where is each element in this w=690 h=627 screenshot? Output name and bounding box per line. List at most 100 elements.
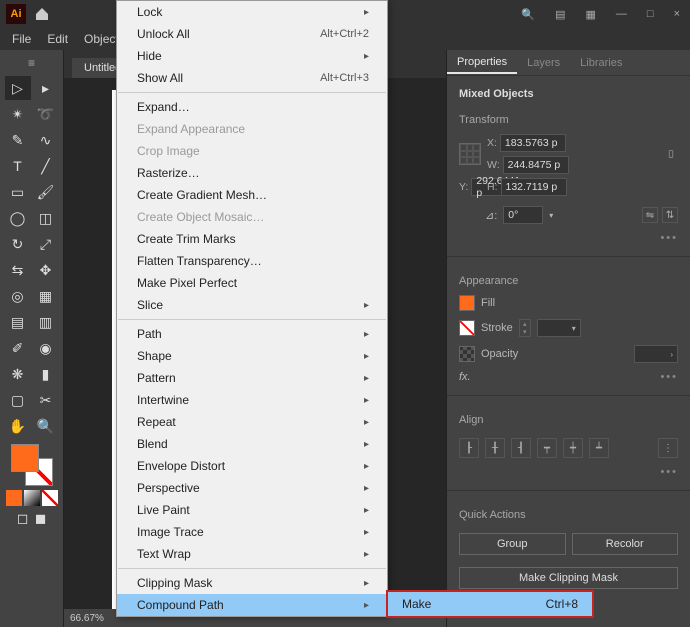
align-hcenter-icon[interactable]: ╂ xyxy=(485,438,505,458)
maximize-button[interactable]: □ xyxy=(641,6,660,22)
direct-selection-tool[interactable]: ▸ xyxy=(33,76,59,100)
draw-behind-icon[interactable]: ◼ xyxy=(33,510,49,526)
curvature-tool[interactable]: ∿ xyxy=(33,128,59,152)
h-input[interactable]: 132.7119 p xyxy=(501,178,567,196)
home-icon[interactable] xyxy=(32,4,52,24)
color-mode-solid[interactable] xyxy=(6,490,22,506)
menu-text-wrap[interactable]: Text Wrap▸ xyxy=(117,543,387,565)
align-right-icon[interactable]: ┨ xyxy=(511,438,531,458)
menu-rasterize[interactable]: Rasterize… xyxy=(117,162,387,184)
w-input[interactable]: 244.8475 p xyxy=(503,156,569,174)
menu-slice[interactable]: Slice▸ xyxy=(117,294,387,316)
paintbrush-tool[interactable]: 🖌 xyxy=(33,180,59,204)
gradient-tool[interactable]: ▥ xyxy=(33,310,59,334)
zoom-tool[interactable]: 🔍 xyxy=(33,414,59,438)
flip-vertical-icon[interactable]: ⇅ xyxy=(662,207,678,223)
tab-libraries[interactable]: Libraries xyxy=(570,53,632,73)
appearance-more-icon[interactable]: ••• xyxy=(660,371,678,383)
menu-envelope-distort[interactable]: Envelope Distort▸ xyxy=(117,455,387,477)
align-vcenter-icon[interactable]: ┿ xyxy=(563,438,583,458)
stroke-weight-stepper[interactable]: ▴▾ xyxy=(519,319,531,337)
slice-tool[interactable]: ✂ xyxy=(33,388,59,412)
mesh-tool[interactable]: ▤ xyxy=(5,310,31,334)
magic-wand-tool[interactable]: ✴ xyxy=(5,102,31,126)
free-transform-tool[interactable]: ✥ xyxy=(33,258,59,282)
perspective-grid-tool[interactable]: ▦ xyxy=(33,284,59,308)
align-top-icon[interactable]: ┯ xyxy=(537,438,557,458)
search-icon[interactable]: 🔍 xyxy=(515,6,541,23)
stroke-color-swatch[interactable] xyxy=(459,320,475,336)
menu-unlock-all[interactable]: Unlock AllAlt+Ctrl+2 xyxy=(117,23,387,45)
menu-pattern[interactable]: Pattern▸ xyxy=(117,367,387,389)
shape-builder-tool[interactable]: ◎ xyxy=(5,284,31,308)
menu-compound-path[interactable]: Compound Path▸ xyxy=(117,594,387,616)
fill-color-swatch[interactable] xyxy=(459,295,475,311)
menu-show-all[interactable]: Show AllAlt+Ctrl+3 xyxy=(117,67,387,89)
eraser-tool[interactable]: ◫ xyxy=(33,206,59,230)
opacity-select[interactable]: › xyxy=(634,345,678,363)
hand-tool[interactable]: ✋ xyxy=(5,414,31,438)
tab-properties[interactable]: Properties xyxy=(447,52,517,74)
fx-label[interactable]: fx. xyxy=(459,371,471,383)
menu-intertwine[interactable]: Intertwine▸ xyxy=(117,389,387,411)
fill-stroke-swatch[interactable] xyxy=(11,444,53,486)
width-tool[interactable]: ⇆ xyxy=(5,258,31,282)
rotate-input[interactable]: 0° xyxy=(503,206,543,224)
rotate-dropdown-icon[interactable]: ▾ xyxy=(549,211,553,220)
shaper-tool[interactable]: ◯ xyxy=(5,206,31,230)
color-mode-none[interactable] xyxy=(42,490,58,506)
menu-flatten-transparency[interactable]: Flatten Transparency… xyxy=(117,250,387,272)
blend-tool[interactable]: ◉ xyxy=(33,336,59,360)
menu-blend[interactable]: Blend▸ xyxy=(117,433,387,455)
pen-tool[interactable]: ✎ xyxy=(5,128,31,152)
stroke-weight-select[interactable]: ▾ xyxy=(537,319,581,337)
menu-live-paint[interactable]: Live Paint▸ xyxy=(117,499,387,521)
tab-layers[interactable]: Layers xyxy=(517,53,570,73)
align-bottom-icon[interactable]: ┷ xyxy=(589,438,609,458)
menu-make-pixel-perfect[interactable]: Make Pixel Perfect xyxy=(117,272,387,294)
menu-edit[interactable]: Edit xyxy=(39,30,76,48)
make-clipping-mask-button[interactable]: Make Clipping Mask xyxy=(459,567,678,589)
submenu-make[interactable]: Make Ctrl+8 xyxy=(388,592,592,616)
lasso-tool[interactable]: ➰ xyxy=(33,102,59,126)
menu-create-gradient-mesh[interactable]: Create Gradient Mesh… xyxy=(117,184,387,206)
menu-create-trim-marks[interactable]: Create Trim Marks xyxy=(117,228,387,250)
menu-image-trace[interactable]: Image Trace▸ xyxy=(117,521,387,543)
artboard-tool[interactable]: ▢ xyxy=(5,388,31,412)
align-left-icon[interactable]: ┠ xyxy=(459,438,479,458)
menu-hide[interactable]: Hide▸ xyxy=(117,45,387,67)
selection-tool[interactable]: ▷ xyxy=(5,76,31,100)
column-graph-tool[interactable]: ▮ xyxy=(33,362,59,386)
menu-clipping-mask[interactable]: Clipping Mask▸ xyxy=(117,572,387,594)
recolor-button[interactable]: Recolor xyxy=(572,533,679,555)
opacity-swatch[interactable] xyxy=(459,346,475,362)
menu-lock[interactable]: Lock▸ xyxy=(117,1,387,23)
menu-expand[interactable]: Expand… xyxy=(117,96,387,118)
draw-normal-icon[interactable]: ◻ xyxy=(15,510,31,526)
eyedropper-tool[interactable]: ✐ xyxy=(5,336,31,360)
menu-path[interactable]: Path▸ xyxy=(117,323,387,345)
toolbar-options-icon[interactable]: ≡ xyxy=(26,54,37,72)
link-wh-icon[interactable] xyxy=(664,147,678,161)
menu-file[interactable]: File xyxy=(4,30,39,48)
rectangle-tool[interactable]: ▭ xyxy=(5,180,31,204)
x-input[interactable]: 183.5763 p xyxy=(500,134,566,152)
workspace-layout-2-icon[interactable]: ▦ xyxy=(580,6,602,23)
group-button[interactable]: Group xyxy=(459,533,566,555)
menu-repeat[interactable]: Repeat▸ xyxy=(117,411,387,433)
reference-point[interactable] xyxy=(459,143,481,165)
menu-perspective[interactable]: Perspective▸ xyxy=(117,477,387,499)
symbol-sprayer-tool[interactable]: ❋ xyxy=(5,362,31,386)
line-tool[interactable]: ╱ xyxy=(33,154,59,178)
type-tool[interactable]: T xyxy=(5,154,31,178)
workspace-layout-1-icon[interactable]: ▤ xyxy=(549,6,571,23)
align-distribute-icon[interactable]: ⋮ xyxy=(658,438,678,458)
transform-more-icon[interactable]: ••• xyxy=(660,232,678,244)
close-button[interactable]: × xyxy=(668,6,686,22)
minimize-button[interactable]: — xyxy=(610,6,633,22)
zoom-level[interactable]: 66.67% xyxy=(70,613,104,624)
menu-shape[interactable]: Shape▸ xyxy=(117,345,387,367)
fill-swatch[interactable] xyxy=(11,444,39,472)
rotate-tool[interactable]: ↻ xyxy=(5,232,31,256)
scale-tool[interactable]: ⤢ xyxy=(33,232,59,256)
